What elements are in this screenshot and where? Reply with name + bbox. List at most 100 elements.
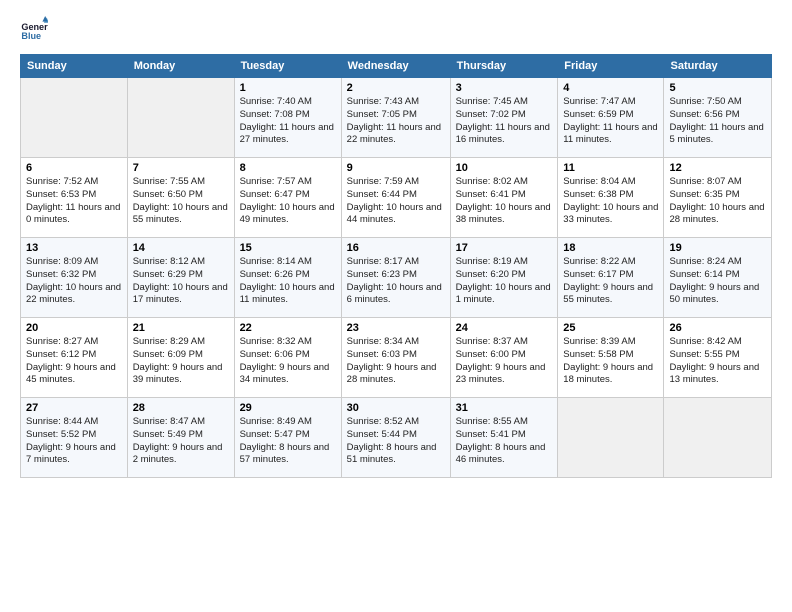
day-number: 11 — [563, 162, 658, 174]
day-number: 31 — [456, 402, 553, 414]
day-info: Sunrise: 8:39 AMSunset: 5:58 PMDaylight:… — [563, 336, 658, 387]
logo: General Blue — [20, 16, 52, 44]
day-number: 4 — [563, 82, 658, 94]
day-info: Sunrise: 8:34 AMSunset: 6:03 PMDaylight:… — [347, 336, 445, 387]
day-cell: 20 Sunrise: 8:27 AMSunset: 6:12 PMDayligh… — [21, 318, 128, 398]
day-number: 30 — [347, 402, 445, 414]
day-info: Sunrise: 8:09 AMSunset: 6:32 PMDaylight:… — [26, 256, 122, 307]
day-number: 3 — [456, 82, 553, 94]
day-header-wednesday: Wednesday — [341, 55, 450, 78]
day-cell — [558, 398, 664, 478]
week-row-1: 1 Sunrise: 7:40 AMSunset: 7:08 PMDaylight… — [21, 78, 772, 158]
day-cell: 7Sunrise: 7:55 AMSunset: 6:50 PMDaylight… — [127, 158, 234, 238]
day-number: 19 — [669, 242, 766, 254]
day-number: 26 — [669, 322, 766, 334]
day-info: Sunrise: 8:14 AMSunset: 6:26 PMDaylight:… — [240, 256, 336, 307]
day-cell: 2 Sunrise: 7:43 AMSunset: 7:05 PMDaylight… — [341, 78, 450, 158]
day-info: Sunrise: 7:52 AMSunset: 6:53 PMDaylight:… — [26, 176, 122, 227]
day-number: 25 — [563, 322, 658, 334]
day-info: Sunrise: 7:57 AMSunset: 6:47 PMDaylight:… — [240, 176, 336, 227]
day-number: 12 — [669, 162, 766, 174]
day-number: 9 — [347, 162, 445, 174]
day-cell: 4 Sunrise: 7:47 AMSunset: 6:59 PMDaylight… — [558, 78, 664, 158]
day-cell: 9 Sunrise: 7:59 AMSunset: 6:44 PMDaylight… — [341, 158, 450, 238]
day-info: Sunrise: 8:22 AMSunset: 6:17 PMDaylight:… — [563, 256, 658, 307]
day-number: 6 — [26, 162, 122, 174]
day-number: 23 — [347, 322, 445, 334]
day-cell: 27Sunrise: 8:44 AMSunset: 5:52 PMDayligh… — [21, 398, 128, 478]
day-info: Sunrise: 7:47 AMSunset: 6:59 PMDaylight:… — [563, 96, 658, 147]
day-number: 2 — [347, 82, 445, 94]
day-cell: 13Sunrise: 8:09 AMSunset: 6:32 PMDayligh… — [21, 238, 128, 318]
day-cell: 21 Sunrise: 8:29 AMSunset: 6:09 PMDayligh… — [127, 318, 234, 398]
day-info: Sunrise: 8:49 AMSunset: 5:47 PMDaylight:… — [240, 416, 336, 467]
day-info: Sunrise: 8:17 AMSunset: 6:23 PMDaylight:… — [347, 256, 445, 307]
day-number: 21 — [133, 322, 229, 334]
day-info: Sunrise: 8:24 AMSunset: 6:14 PMDaylight:… — [669, 256, 766, 307]
day-number: 18 — [563, 242, 658, 254]
day-header-saturday: Saturday — [664, 55, 772, 78]
day-cell: 28 Sunrise: 8:47 AMSunset: 5:49 PMDayligh… — [127, 398, 234, 478]
day-cell: 19 Sunrise: 8:24 AMSunset: 6:14 PMDayligh… — [664, 238, 772, 318]
day-info: Sunrise: 8:55 AMSunset: 5:41 PMDaylight:… — [456, 416, 553, 467]
day-cell: 17Sunrise: 8:19 AMSunset: 6:20 PMDayligh… — [450, 238, 558, 318]
day-cell: 14Sunrise: 8:12 AMSunset: 6:29 PMDayligh… — [127, 238, 234, 318]
day-cell: 6 Sunrise: 7:52 AMSunset: 6:53 PMDaylight… — [21, 158, 128, 238]
day-info: Sunrise: 8:32 AMSunset: 6:06 PMDaylight:… — [240, 336, 336, 387]
calendar-page: General Blue SundayMondayTuesdayWednesda… — [0, 0, 792, 612]
day-info: Sunrise: 7:59 AMSunset: 6:44 PMDaylight:… — [347, 176, 445, 227]
week-row-2: 6 Sunrise: 7:52 AMSunset: 6:53 PMDaylight… — [21, 158, 772, 238]
day-cell: 26 Sunrise: 8:42 AMSunset: 5:55 PMDayligh… — [664, 318, 772, 398]
day-info: Sunrise: 8:07 AMSunset: 6:35 PMDaylight:… — [669, 176, 766, 227]
day-cell: 30 Sunrise: 8:52 AMSunset: 5:44 PMDayligh… — [341, 398, 450, 478]
day-cell: 1 Sunrise: 7:40 AMSunset: 7:08 PMDaylight… — [234, 78, 341, 158]
page-header: General Blue — [20, 16, 772, 44]
day-number: 20 — [26, 322, 122, 334]
svg-text:Blue: Blue — [21, 31, 41, 41]
day-cell: 15 Sunrise: 8:14 AMSunset: 6:26 PMDayligh… — [234, 238, 341, 318]
day-number: 1 — [240, 82, 336, 94]
day-number: 28 — [133, 402, 229, 414]
day-header-sunday: Sunday — [21, 55, 128, 78]
day-number: 22 — [240, 322, 336, 334]
day-cell: 8 Sunrise: 7:57 AMSunset: 6:47 PMDaylight… — [234, 158, 341, 238]
day-number: 17 — [456, 242, 553, 254]
day-info: Sunrise: 8:42 AMSunset: 5:55 PMDaylight:… — [669, 336, 766, 387]
day-cell: 11Sunrise: 8:04 AMSunset: 6:38 PMDayligh… — [558, 158, 664, 238]
day-number: 8 — [240, 162, 336, 174]
logo-icon: General Blue — [20, 16, 48, 44]
day-cell — [664, 398, 772, 478]
day-info: Sunrise: 8:02 AMSunset: 6:41 PMDaylight:… — [456, 176, 553, 227]
day-info: Sunrise: 8:47 AMSunset: 5:49 PMDaylight:… — [133, 416, 229, 467]
day-info: Sunrise: 8:29 AMSunset: 6:09 PMDaylight:… — [133, 336, 229, 387]
day-cell: 18 Sunrise: 8:22 AMSunset: 6:17 PMDayligh… — [558, 238, 664, 318]
day-info: Sunrise: 7:55 AMSunset: 6:50 PMDaylight:… — [133, 176, 229, 227]
day-header-thursday: Thursday — [450, 55, 558, 78]
day-header-monday: Monday — [127, 55, 234, 78]
day-number: 5 — [669, 82, 766, 94]
day-cell: 22 Sunrise: 8:32 AMSunset: 6:06 PMDayligh… — [234, 318, 341, 398]
day-cell: 5Sunrise: 7:50 AMSunset: 6:56 PMDaylight… — [664, 78, 772, 158]
day-cell: 31 Sunrise: 8:55 AMSunset: 5:41 PMDayligh… — [450, 398, 558, 478]
day-info: Sunrise: 8:44 AMSunset: 5:52 PMDaylight:… — [26, 416, 122, 467]
day-info: Sunrise: 7:43 AMSunset: 7:05 PMDaylight:… — [347, 96, 445, 147]
day-cell: 23 Sunrise: 8:34 AMSunset: 6:03 PMDayligh… — [341, 318, 450, 398]
day-cell: 12 Sunrise: 8:07 AMSunset: 6:35 PMDayligh… — [664, 158, 772, 238]
day-cell: 29 Sunrise: 8:49 AMSunset: 5:47 PMDayligh… — [234, 398, 341, 478]
day-number: 14 — [133, 242, 229, 254]
day-info: Sunrise: 8:37 AMSunset: 6:00 PMDaylight:… — [456, 336, 553, 387]
day-number: 29 — [240, 402, 336, 414]
day-info: Sunrise: 7:40 AMSunset: 7:08 PMDaylight:… — [240, 96, 336, 147]
day-info: Sunrise: 8:27 AMSunset: 6:12 PMDaylight:… — [26, 336, 122, 387]
day-cell — [127, 78, 234, 158]
day-number: 15 — [240, 242, 336, 254]
day-number: 16 — [347, 242, 445, 254]
day-info: Sunrise: 7:45 AMSunset: 7:02 PMDaylight:… — [456, 96, 553, 147]
day-cell: 10Sunrise: 8:02 AMSunset: 6:41 PMDayligh… — [450, 158, 558, 238]
day-cell: 3 Sunrise: 7:45 AMSunset: 7:02 PMDaylight… — [450, 78, 558, 158]
week-row-4: 20 Sunrise: 8:27 AMSunset: 6:12 PMDayligh… — [21, 318, 772, 398]
day-header-tuesday: Tuesday — [234, 55, 341, 78]
week-row-5: 27Sunrise: 8:44 AMSunset: 5:52 PMDayligh… — [21, 398, 772, 478]
week-row-3: 13Sunrise: 8:09 AMSunset: 6:32 PMDayligh… — [21, 238, 772, 318]
day-info: Sunrise: 8:52 AMSunset: 5:44 PMDaylight:… — [347, 416, 445, 467]
